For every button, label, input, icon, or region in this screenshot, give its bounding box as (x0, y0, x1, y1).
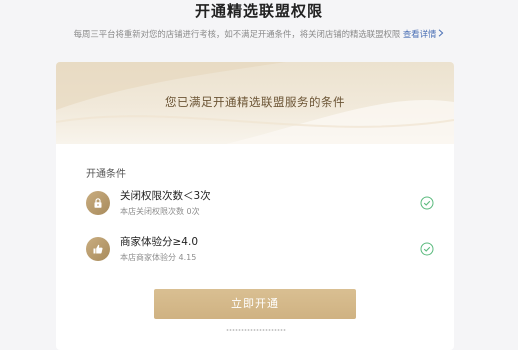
lock-icon (86, 191, 110, 215)
condition-detail: 本店关闭权限次数 0次 (120, 207, 200, 216)
condition-item: 商家体验分≥4.0 本店商家体验分 4.15 (86, 232, 434, 272)
condition-name: 商家体验分≥4.0 (120, 236, 198, 248)
header-description: 每周三平台将重新对您的店铺进行考核，如不满足开通条件，将关闭店铺的精选联盟权限 … (0, 27, 518, 41)
conditions-section-label: 开通条件 (86, 169, 126, 180)
page-title: 开通精选联盟权限 (194, 2, 323, 20)
eligibility-card: 您已满足开通精选联盟服务的条件 开通条件 关闭权限次数＜3次 本店关闭权限次数 … (56, 62, 454, 350)
status-banner: 您已满足开通精选联盟服务的条件 (56, 62, 454, 144)
condition-name: 关闭权限次数＜3次 (120, 190, 211, 202)
check-circle-icon (420, 195, 434, 210)
view-details-label: 查看详情 (402, 29, 437, 39)
description-text: 每周三平台将重新对您的店铺进行考核，如不满足开通条件，将关闭店铺的精选联盟权限 (73, 29, 401, 39)
condition-item: 关闭权限次数＜3次 本店关闭权限次数 0次 (86, 186, 434, 226)
scroll-indicator (226, 329, 286, 331)
thumbs-up-icon (86, 237, 110, 261)
banner-message: 您已满足开通精选联盟服务的条件 (165, 95, 345, 109)
check-circle-icon (420, 241, 434, 256)
condition-detail: 本店商家体验分 4.15 (120, 253, 197, 262)
chevron-right-icon (438, 27, 444, 41)
activate-now-button[interactable]: 立即开通 (154, 289, 356, 319)
view-details-link[interactable]: 查看详情 (403, 29, 445, 39)
